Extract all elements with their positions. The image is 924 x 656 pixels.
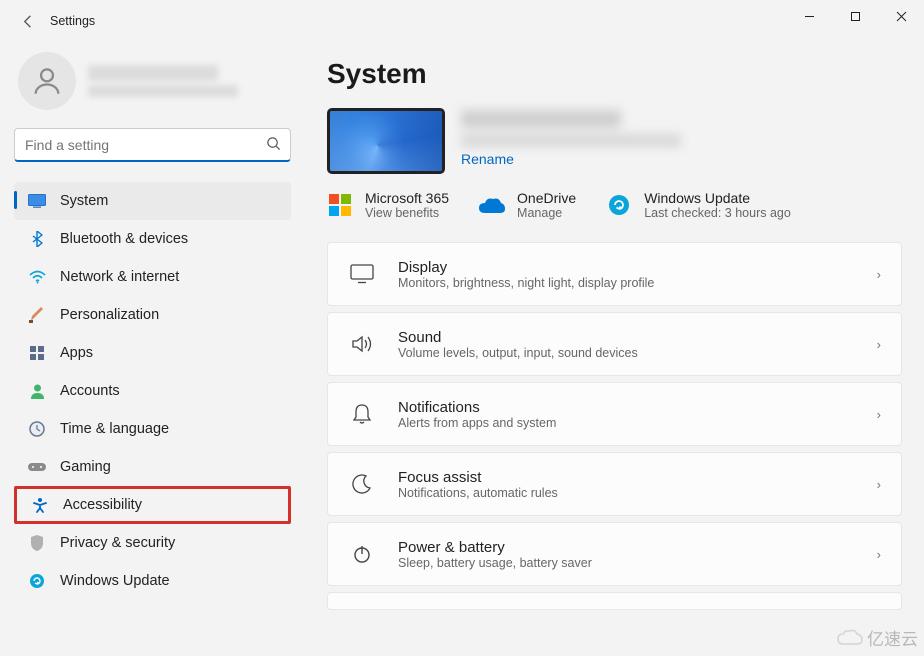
update-icon (28, 572, 46, 590)
tile-title: OneDrive (517, 190, 576, 206)
card-display[interactable]: Display Monitors, brightness, night ligh… (327, 242, 902, 306)
tile-sub: Manage (517, 206, 576, 220)
sidebar-item-label: System (60, 193, 108, 209)
chevron-right-icon: › (877, 547, 881, 562)
search-input[interactable] (14, 128, 291, 162)
rename-link[interactable]: Rename (461, 151, 681, 167)
chevron-right-icon: › (877, 407, 881, 422)
tile-title: Windows Update (644, 190, 791, 206)
card-sub: Alerts from apps and system (398, 416, 877, 430)
sidebar-item-label: Apps (60, 345, 93, 361)
sidebar-item-update[interactable]: Windows Update (14, 562, 291, 600)
nav-list: System Bluetooth & devices Network & int… (14, 182, 291, 600)
sidebar-item-label: Accessibility (63, 497, 142, 513)
sidebar-item-label: Personalization (60, 307, 159, 323)
card-focus-assist[interactable]: Focus assist Notifications, automatic ru… (327, 452, 902, 516)
sidebar-item-gaming[interactable]: Gaming (14, 448, 291, 486)
sidebar-item-bluetooth[interactable]: Bluetooth & devices (14, 220, 291, 258)
shield-icon (28, 534, 46, 552)
device-info: Rename (461, 108, 681, 167)
back-button[interactable] (14, 7, 42, 35)
sidebar-item-label: Windows Update (60, 573, 170, 589)
tile-sub: Last checked: 3 hours ago (644, 206, 791, 220)
window-controls (786, 0, 924, 32)
sidebar-item-time[interactable]: Time & language (14, 410, 291, 448)
tile-windows-update[interactable]: Windows Update Last checked: 3 hours ago (606, 190, 791, 220)
sidebar: System Bluetooth & devices Network & int… (0, 42, 305, 656)
window-title: Settings (50, 14, 95, 28)
sidebar-item-label: Accounts (60, 383, 120, 399)
accessibility-icon (31, 496, 49, 514)
sound-icon (348, 330, 376, 358)
card-sub: Monitors, brightness, night light, displ… (398, 276, 877, 290)
display-icon (348, 260, 376, 288)
close-button[interactable] (878, 0, 924, 32)
sidebar-item-privacy[interactable]: Privacy & security (14, 524, 291, 562)
card-notifications[interactable]: Notifications Alerts from apps and syste… (327, 382, 902, 446)
wifi-icon (28, 268, 46, 286)
device-thumbnail[interactable] (327, 108, 445, 174)
profile-block[interactable] (18, 52, 291, 110)
chevron-right-icon: › (877, 477, 881, 492)
update-tile-icon (606, 192, 632, 218)
settings-cards: Display Monitors, brightness, night ligh… (327, 242, 902, 610)
search-box[interactable] (14, 128, 291, 162)
chevron-right-icon: › (877, 267, 881, 282)
moon-icon (348, 470, 376, 498)
card-title: Sound (398, 329, 877, 346)
sidebar-item-accounts[interactable]: Accounts (14, 372, 291, 410)
system-icon (28, 192, 46, 210)
power-icon (348, 540, 376, 568)
tile-title: Microsoft 365 (365, 190, 449, 206)
card-title: Power & battery (398, 539, 877, 556)
device-row: Rename (327, 108, 902, 174)
card-sound[interactable]: Sound Volume levels, output, input, soun… (327, 312, 902, 376)
info-tiles: Microsoft 365 View benefits OneDrive Man… (327, 190, 902, 220)
sidebar-item-label: Time & language (60, 421, 169, 437)
minimize-button[interactable] (786, 0, 832, 32)
sidebar-item-personalization[interactable]: Personalization (14, 296, 291, 334)
brush-icon (28, 306, 46, 324)
watermark: 亿速云 (837, 625, 918, 650)
sidebar-item-system[interactable]: System (14, 182, 291, 220)
tile-microsoft365[interactable]: Microsoft 365 View benefits (327, 190, 449, 220)
gamepad-icon (28, 458, 46, 476)
card-power[interactable]: Power & battery Sleep, battery usage, ba… (327, 522, 902, 586)
card-title: Display (398, 259, 877, 276)
tile-onedrive[interactable]: OneDrive Manage (479, 190, 576, 220)
sidebar-item-label: Bluetooth & devices (60, 231, 188, 247)
card-sub: Volume levels, output, input, sound devi… (398, 346, 877, 360)
bell-icon (348, 400, 376, 428)
sidebar-item-apps[interactable]: Apps (14, 334, 291, 372)
avatar (18, 52, 76, 110)
maximize-button[interactable] (832, 0, 878, 32)
sidebar-item-network[interactable]: Network & internet (14, 258, 291, 296)
chevron-right-icon: › (877, 337, 881, 352)
bluetooth-icon (28, 230, 46, 248)
apps-icon (28, 344, 46, 362)
card-title: Focus assist (398, 469, 877, 486)
clock-icon (28, 420, 46, 438)
m365-icon (327, 192, 353, 218)
onedrive-icon (479, 192, 505, 218)
card-title: Notifications (398, 399, 877, 416)
search-icon (266, 136, 281, 156)
card-partial[interactable] (327, 592, 902, 610)
card-sub: Notifications, automatic rules (398, 486, 877, 500)
page-title: System (327, 58, 902, 90)
sidebar-item-label: Privacy & security (60, 535, 175, 551)
person-icon (28, 382, 46, 400)
card-sub: Sleep, battery usage, battery saver (398, 556, 877, 570)
sidebar-item-label: Network & internet (60, 269, 179, 285)
tile-sub: View benefits (365, 206, 449, 220)
sidebar-item-accessibility[interactable]: Accessibility (14, 486, 291, 524)
profile-text (88, 65, 238, 97)
sidebar-item-label: Gaming (60, 459, 111, 475)
main-content: System Rename Microsoft 365 View benefit… (305, 42, 924, 656)
